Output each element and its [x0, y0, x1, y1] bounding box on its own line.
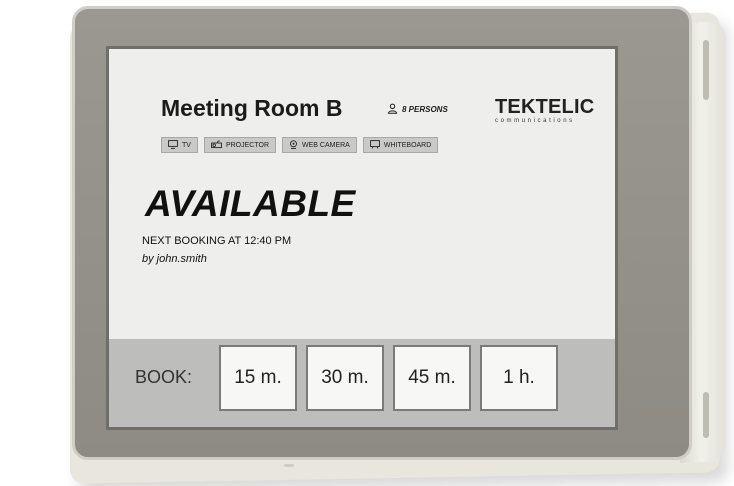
whiteboard-icon [369, 139, 380, 151]
capacity-label: 8 PERSONS [402, 105, 448, 114]
person-icon [387, 103, 398, 116]
amenity-chip-webcam: WEB CAMERA [282, 137, 357, 153]
webcam-icon [289, 139, 298, 151]
next-booking-owner: by john.smith [142, 253, 207, 265]
side-slot [703, 40, 709, 100]
book-label: BOOK: [135, 367, 193, 387]
amenity-list: TV PROJECTOR WEB CAMERA WHITEBOARD [161, 137, 439, 153]
brand-tagline: communications [495, 118, 575, 124]
amenity-label: WHITEBOARD [383, 141, 432, 149]
side-slot [703, 392, 709, 438]
amenity-label: PROJECTOR [225, 141, 269, 149]
device-edge-detail [284, 464, 294, 467]
projector-icon [211, 140, 222, 151]
tv-icon [168, 139, 178, 151]
availability-status: AVAILABLE [145, 183, 356, 224]
next-booking-time: NEXT BOOKING AT 12:40 PM [142, 235, 292, 247]
brand-name: TEKTELIC [495, 96, 595, 118]
book-45-min-button[interactable]: 45 m. [393, 345, 471, 411]
amenity-chip-whiteboard: WHITEBOARD [362, 137, 439, 153]
amenity-chip-projector: PROJECTOR [203, 137, 276, 153]
room-title: Meeting Room B [161, 95, 343, 121]
book-15-min-button[interactable]: 15 m. [219, 345, 297, 411]
book-30-min-button[interactable]: 30 m. [306, 345, 384, 411]
display-screen: Meeting Room B 8 PERSONS TEKTELIC commun… [106, 46, 618, 430]
room-capacity: 8 PERSONS [387, 103, 448, 116]
amenity-chip-tv: TV [161, 137, 198, 153]
book-1-hour-button[interactable]: 1 h. [480, 345, 558, 411]
booking-bar: BOOK: 15 m. 30 m. 45 m. 1 h. [109, 339, 615, 427]
brand-logo: TEKTELIC communications [495, 97, 599, 125]
amenity-label: WEB CAMERA [302, 141, 350, 149]
amenity-label: TV [182, 141, 191, 149]
